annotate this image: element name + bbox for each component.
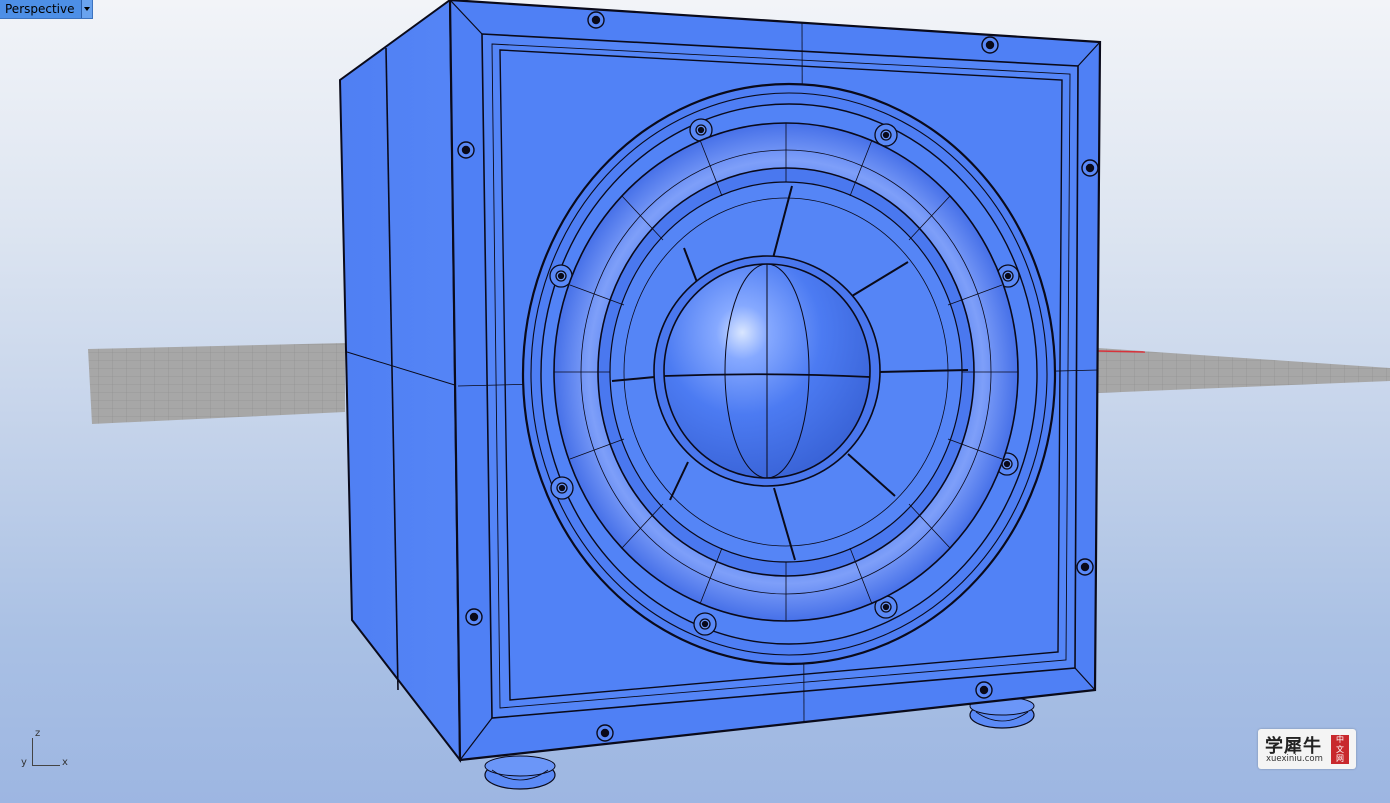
cabinet-side-panel [338,0,462,763]
x-axis-line [1097,350,1146,353]
viewport-title-label[interactable]: Perspective [0,0,81,18]
perspective-viewport[interactable]: Perspective z y x 学犀牛 xuexiniu.com 中 文 网 [0,0,1390,803]
construction-grid-right [1098,348,1390,393]
screw-icon [587,11,605,29]
scene-3d[interactable] [0,0,1390,803]
speaker-driver [521,82,1057,666]
screw-icon [981,36,999,54]
screw-icon [550,476,574,500]
watermark-badge: 中 文 网 [1331,735,1349,764]
axis-y-label: y [21,757,27,768]
viewport-title-tab[interactable]: Perspective [0,0,92,18]
construction-grid-left [88,343,345,424]
screw-icon [596,724,614,742]
axis-x-label: x [62,757,68,768]
watermark-logo: 学犀牛 xuexiniu.com 中 文 网 [1258,729,1356,769]
screw-icon [975,681,993,699]
screw-icon [457,141,475,159]
axis-z-label: z [35,728,41,739]
screw-icon [1081,159,1099,177]
axis-indicator: z y x [18,728,78,773]
watermark-url: xuexiniu.com [1266,754,1323,764]
screw-icon [693,612,717,636]
screw-icon [1076,558,1094,576]
triangle-down-icon[interactable] [80,0,92,18]
screw-icon [465,608,483,626]
